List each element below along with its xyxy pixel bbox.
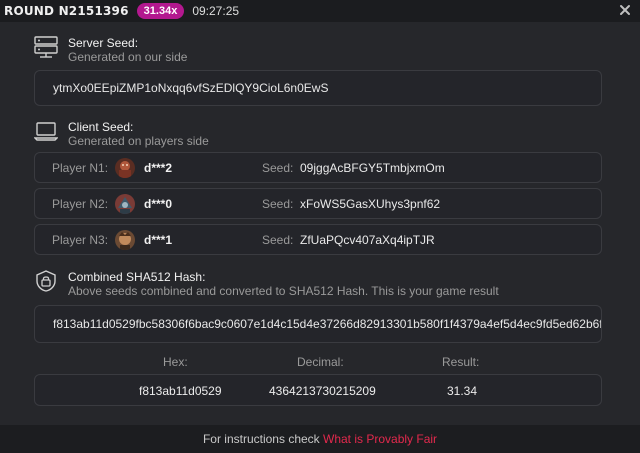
server-seed-box: ytmXo0EEpiZMP1oNxqq6vfSzEDlQY9CioL6n0EwS bbox=[34, 70, 602, 106]
seed-label: Seed: bbox=[262, 196, 294, 211]
player-row: Player N2: d***0 Seed: xFoWS5GasXUhys3pn… bbox=[34, 188, 602, 219]
round-header: ROUND N2151396 31.34x 09:27:25 bbox=[0, 0, 640, 22]
combined-hash-header: Combined SHA512 Hash: Above seeds combin… bbox=[34, 270, 499, 298]
provably-fair-panel: Server Seed: Generated on our side ytmXo… bbox=[0, 22, 640, 425]
player-label: Player N2: bbox=[52, 196, 109, 211]
decimal-label: Decimal: bbox=[297, 355, 344, 369]
round-time: 09:27:25 bbox=[192, 4, 240, 18]
result-value: 31.34 bbox=[447, 384, 478, 398]
avatar bbox=[115, 193, 135, 214]
provably-fair-link[interactable]: What is Provably Fair bbox=[323, 432, 437, 446]
player-name: d***1 bbox=[144, 232, 173, 247]
client-seed-header: Client Seed: Generated on players side bbox=[33, 120, 209, 148]
player-name: d***0 bbox=[144, 196, 173, 211]
player-seed: 09jggAcBFGY5TmbjxmOm bbox=[300, 160, 445, 175]
client-seed-subtitle: Generated on players side bbox=[68, 134, 209, 148]
result-label: Result: bbox=[442, 355, 480, 369]
player-seed: ZfUaPQcv407aXq4ipTJR bbox=[300, 232, 435, 247]
footer: For instructions check What is Provably … bbox=[0, 425, 640, 453]
combined-hash-value: f813ab11d0529fbc58306f6bac9c0607e1d4c15d… bbox=[53, 317, 601, 331]
player-row: Player N3: d***1 Seed: ZfUaPQcv407aXq4ip… bbox=[34, 224, 602, 255]
player-label: Player N1: bbox=[52, 160, 109, 175]
avatar bbox=[115, 157, 135, 178]
seed-label: Seed: bbox=[262, 232, 294, 247]
player-seed: xFoWS5GasXUhys3pnf62 bbox=[300, 196, 441, 211]
player-name: d***2 bbox=[144, 160, 173, 175]
server-icon bbox=[34, 36, 58, 58]
server-seed-subtitle: Generated on our side bbox=[68, 50, 188, 64]
round-number: ROUND N2151396 bbox=[4, 4, 129, 18]
laptop-icon bbox=[33, 120, 59, 142]
decimal-value: 4364213730215209 bbox=[269, 384, 376, 398]
multiplier-badge: 31.34x bbox=[136, 3, 185, 19]
combined-hash-box: f813ab11d0529fbc58306f6bac9c0607e1d4c15d… bbox=[34, 305, 602, 343]
hex-value: f813ab11d0529 bbox=[139, 384, 222, 398]
server-seed-value: ytmXo0EEpiZMP1oNxqq6vfSzEDlQY9CioL6n0EwS bbox=[53, 81, 329, 95]
combined-hash-subtitle: Above seeds combined and converted to SH… bbox=[68, 284, 499, 298]
player-label: Player N3: bbox=[52, 232, 109, 247]
seed-label: Seed: bbox=[262, 160, 294, 175]
avatar bbox=[115, 229, 135, 250]
footer-text: For instructions check bbox=[202, 432, 323, 446]
hex-label: Hex: bbox=[163, 355, 188, 369]
server-seed-header: Server Seed: Generated on our side bbox=[34, 36, 187, 64]
combined-hash-title: Combined SHA512 Hash: bbox=[68, 270, 206, 284]
lock-hash-icon bbox=[34, 270, 58, 292]
player-row: Player N1: d***2 Seed: 09jggAcBFGY5Tmbjx… bbox=[34, 152, 602, 183]
close-icon[interactable] bbox=[618, 3, 632, 17]
client-seed-title: Client Seed: bbox=[68, 120, 134, 134]
results-box: f813ab11d0529 4364213730215209 31.34 bbox=[34, 374, 602, 406]
server-seed-title: Server Seed: bbox=[68, 36, 139, 50]
